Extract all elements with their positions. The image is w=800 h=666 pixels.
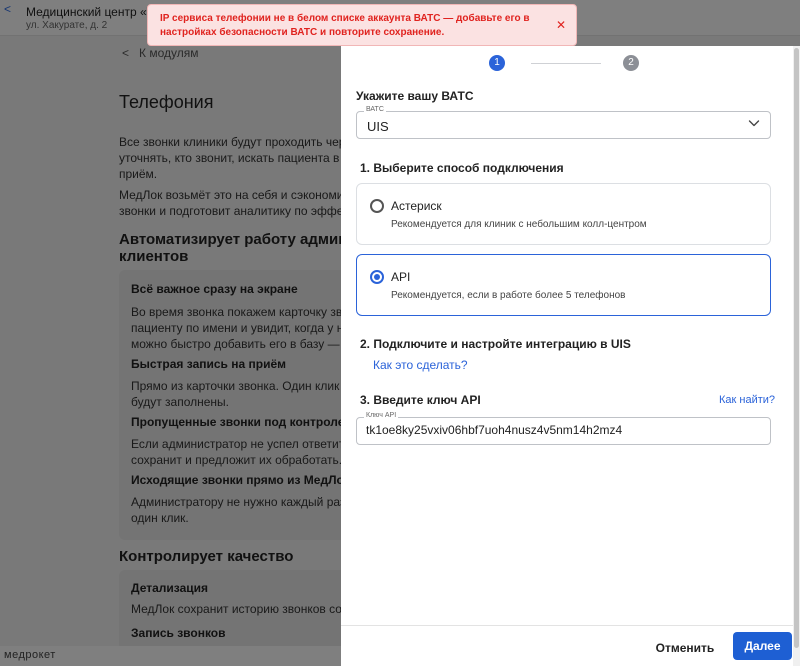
drawer-footer: Отменить Далее [341,625,800,666]
step-1-indicator: 1 [489,55,505,71]
drawer-scrollbar[interactable] [793,46,800,666]
option-asterisk-title: Астериск [391,199,442,213]
where-to-find-link[interactable]: Как найти? [719,394,775,406]
stepper: 1 2 [489,55,639,73]
api-key-heading: 3. Введите ключ API [360,393,481,407]
integration-heading: 2. Подключите и настройте интеграцию в U… [360,337,631,351]
step-2-indicator: 2 [623,55,639,71]
telephony-setup-drawer: 1 2 Укажите вашу ВАТС ВАТС UIS 1. Выбери… [341,46,800,666]
vats-heading: Укажите вашу ВАТС [356,89,474,103]
vats-select[interactable]: ВАТС UIS [356,106,771,139]
error-message: IP сервиса телефонии не в белом списке а… [160,13,530,38]
close-icon[interactable]: ✕ [556,18,566,32]
error-toast: IP сервиса телефонии не в белом списке а… [147,4,577,46]
how-to-link[interactable]: Как это сделать? [373,358,468,372]
connection-method-heading: 1. Выберите способ подключения [360,161,564,175]
vats-select-label: ВАТС [364,106,386,113]
option-asterisk[interactable]: Астериск Рекомендуется для клиник с небо… [356,183,771,245]
option-api-subtitle: Рекомендуется, если в работе более 5 тел… [391,290,626,301]
option-api-title: API [391,270,411,284]
vats-select-value: UIS [367,119,389,134]
option-asterisk-subtitle: Рекомендуется для клиник с небольшим кол… [391,219,647,230]
next-button[interactable]: Далее [733,632,792,660]
stepper-connector [531,63,601,64]
api-key-field[interactable]: Ключ API [356,412,771,445]
api-key-input[interactable] [366,423,761,437]
api-key-label: Ключ API [364,412,399,419]
scrollbar-thumb[interactable] [794,48,799,648]
cancel-button[interactable]: Отменить [645,635,725,661]
radio-api[interactable] [370,270,384,284]
radio-asterisk[interactable] [370,199,384,213]
option-api[interactable]: API Рекомендуется, если в работе более 5… [356,254,771,316]
chevron-down-icon [748,120,760,127]
